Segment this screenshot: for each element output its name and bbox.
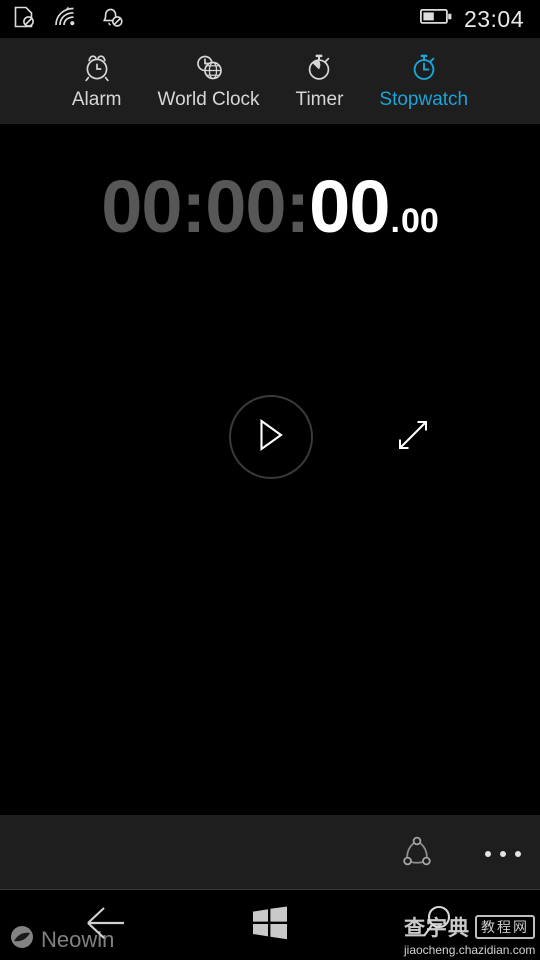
- status-bar-clock: 23:04: [463, 5, 524, 32]
- tab-world-clock-label: World Clock: [157, 89, 260, 110]
- stopwatch-hundredths: 00: [400, 202, 439, 240]
- more-options-icon: [485, 851, 521, 857]
- stopwatch-separator-2: :: [285, 165, 311, 248]
- start-button[interactable]: [225, 891, 315, 960]
- battery-icon: [419, 8, 452, 30]
- sim-card-disabled-icon: [14, 6, 34, 33]
- chazidian-box-text: 教程网: [475, 915, 535, 939]
- chazidian-url-text: jiaocheng.chazidian.com: [404, 943, 536, 957]
- share-button[interactable]: [394, 831, 440, 877]
- expand-stopwatch-button[interactable]: [392, 416, 434, 458]
- chazidian-brand-text: 查字典: [404, 916, 470, 940]
- tab-stopwatch-label: Stopwatch: [379, 89, 469, 110]
- stopwatch-icon: [408, 52, 440, 82]
- neowin-watermark-text: Neowin: [41, 926, 115, 952]
- stopwatch-separator-1: :: [181, 165, 207, 248]
- neowin-watermark: Neowin: [10, 925, 114, 954]
- stopwatch-time-display: 00 : 00 : 00 . 00: [0, 170, 540, 244]
- tab-world-clock[interactable]: World Clock: [139, 38, 277, 124]
- timer-icon: [303, 52, 335, 82]
- stopwatch-panel: 00 : 00 : 00 . 00: [0, 124, 540, 815]
- play-icon: [254, 416, 288, 459]
- start-stopwatch-button[interactable]: [229, 395, 313, 479]
- windows-start-icon: [252, 906, 288, 945]
- tab-timer-label: Timer: [295, 89, 344, 110]
- stopwatch-seconds: 00: [309, 165, 390, 248]
- status-bar-left-icons: [0, 6, 124, 33]
- tab-alarm-label: Alarm: [71, 89, 122, 110]
- tab-alarm[interactable]: Alarm: [54, 38, 140, 124]
- phone-screen: 23:04 Alarm World Clock Timer Stopwatch …: [0, 0, 540, 960]
- tab-stopwatch[interactable]: Stopwatch: [361, 38, 486, 124]
- chazidian-watermark-row: 查字典 教程网: [404, 912, 535, 942]
- expand-icon: [394, 416, 432, 459]
- alarm-clock-icon: [81, 52, 113, 82]
- chazidian-watermark: 查字典 教程网 jiaocheng.chazidian.com: [404, 912, 535, 957]
- share-icon: [396, 831, 438, 878]
- stopwatch-hours: 00: [101, 165, 182, 248]
- more-options-button[interactable]: [479, 831, 527, 877]
- stopwatch-decimal-point: .: [390, 202, 400, 240]
- stopwatch-minutes: 00: [205, 165, 286, 248]
- globe-clock-icon: [193, 52, 225, 82]
- pivot-tab-bar: Alarm World Clock Timer Stopwatch: [0, 38, 540, 124]
- tab-timer[interactable]: Timer: [278, 38, 362, 124]
- wifi-icon: [54, 6, 80, 33]
- notification-bell-disabled-icon: [100, 6, 124, 33]
- neowin-logo-icon: [10, 925, 34, 954]
- app-bar: [0, 815, 540, 890]
- ellipsis-dot: [485, 851, 491, 857]
- ellipsis-dot: [515, 851, 521, 857]
- ellipsis-dot: [500, 851, 506, 857]
- status-bar: 23:04: [0, 0, 540, 38]
- status-bar-right: 23:04: [419, 0, 524, 38]
